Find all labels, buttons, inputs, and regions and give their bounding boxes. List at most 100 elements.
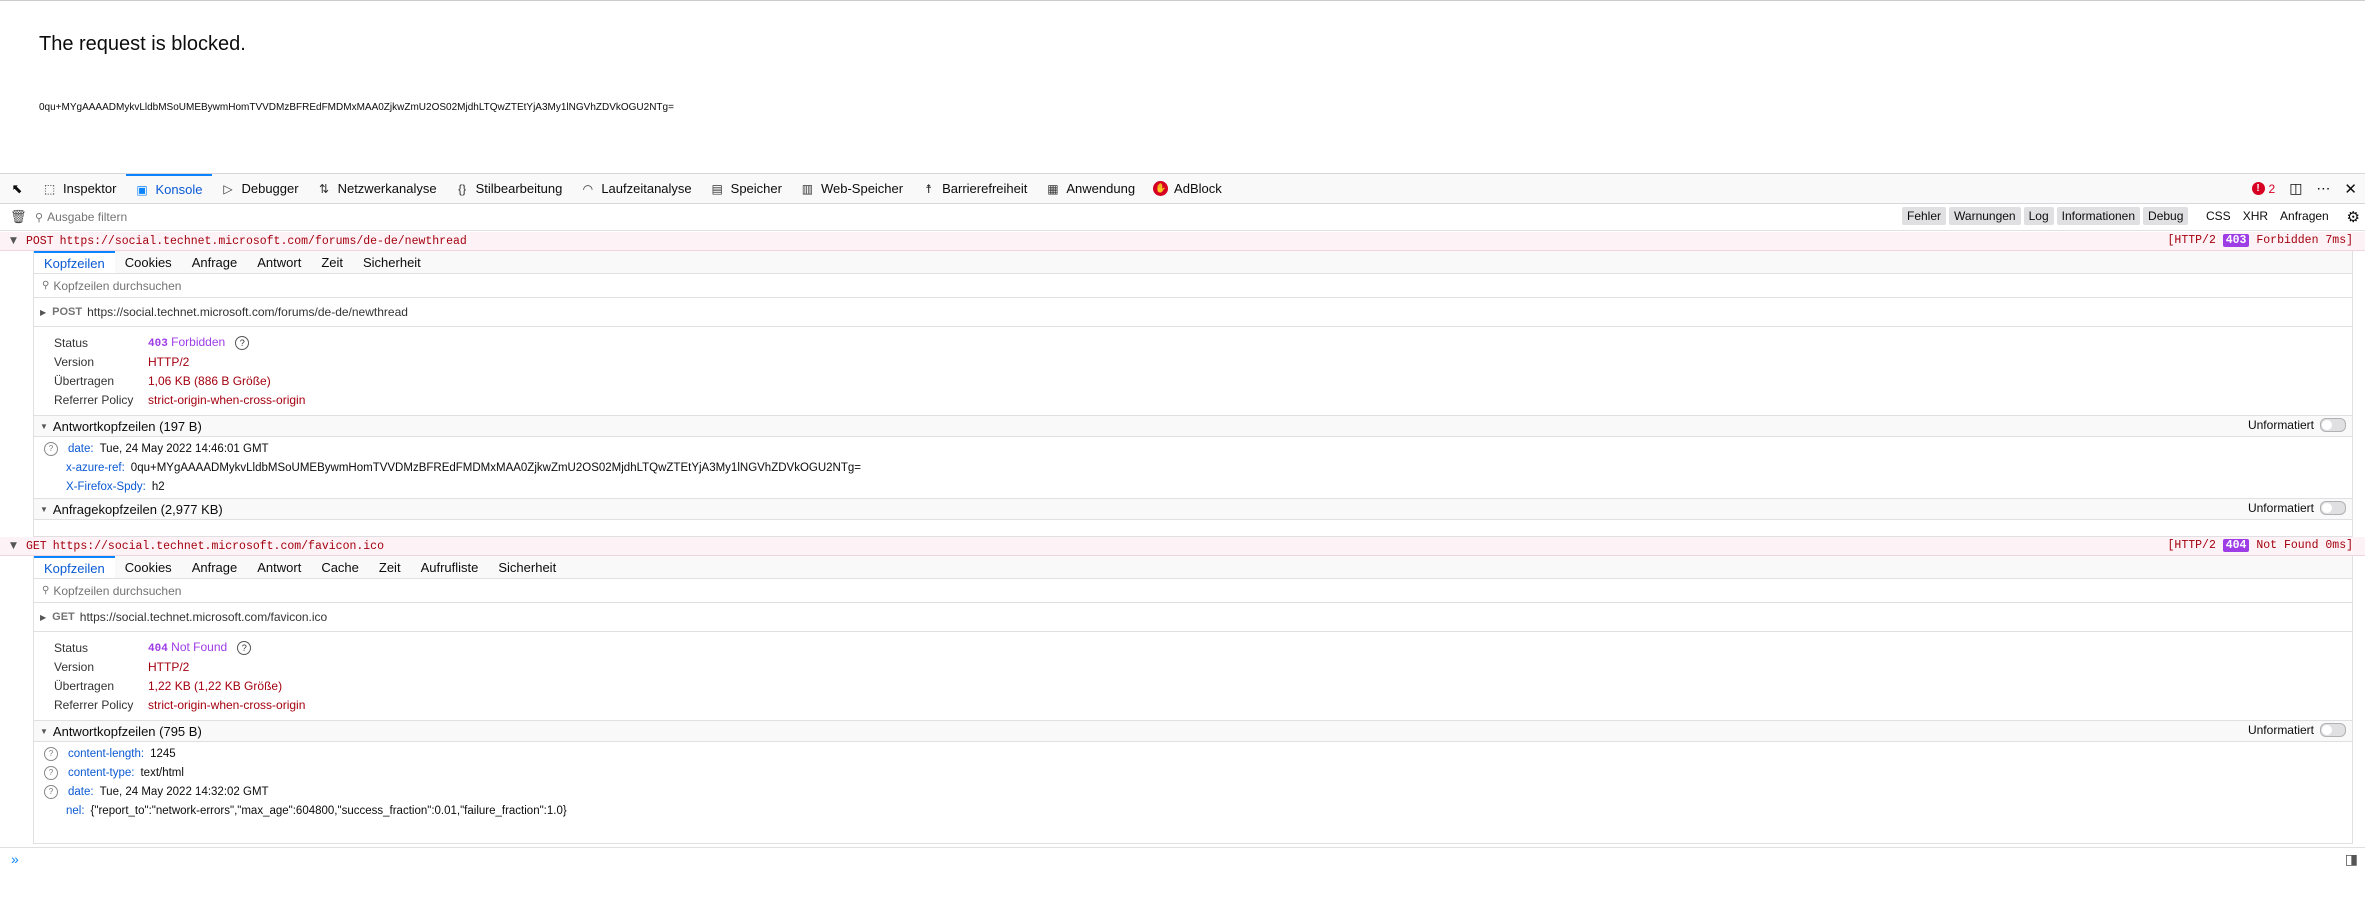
debugger-icon: ▷: [223, 181, 233, 196]
raw-toggle[interactable]: Unformatiert: [2248, 501, 2346, 515]
header-row: ? date: Tue, 24 May 2022 14:32:02 GMT: [34, 782, 2352, 801]
level-debug[interactable]: Debug: [2143, 207, 2189, 225]
details-tab-zeit[interactable]: Zeit: [369, 556, 411, 578]
tab-barrierefreiheit[interactable]: ☨ Barrierefreiheit: [913, 174, 1037, 203]
request-url[interactable]: https://social.technet.microsoft.com/for…: [60, 235, 467, 248]
summary-version: Version HTTP/2: [34, 352, 2352, 371]
sidebar-toggle-icon[interactable]: ◨: [2345, 851, 2358, 868]
tab-laufzeitanalyse[interactable]: ◠ Laufzeitanalyse: [572, 174, 701, 203]
tab-label: Debugger: [241, 181, 299, 196]
request-line[interactable]: ▶ POST https://social.technet.microsoft.co…: [34, 298, 2352, 327]
tab-web-speicher[interactable]: ▥ Web-Speicher: [792, 174, 913, 203]
tab-debugger[interactable]: ▷ Debugger: [212, 174, 308, 203]
style-editor-icon: {}: [458, 181, 467, 196]
status-text: Forbidden 7ms]: [2256, 234, 2353, 247]
request-method: GET: [26, 539, 47, 553]
toggle-switch[interactable]: [2320, 501, 2346, 515]
gear-icon[interactable]: ⚙: [2347, 208, 2360, 226]
level-log[interactable]: Log: [2023, 207, 2054, 225]
details-tab-cookies[interactable]: Cookies: [115, 251, 182, 273]
details-tab-aufrufliste[interactable]: Aufrufliste: [411, 556, 489, 578]
element-picker-icon[interactable]: ⬉: [9, 181, 25, 197]
level-warnungen[interactable]: Warnungen: [1949, 207, 2021, 225]
type-anfragen[interactable]: Anfragen: [2280, 209, 2329, 223]
help-icon[interactable]: ?: [44, 784, 58, 799]
trash-icon[interactable]: 🗑: [10, 209, 27, 225]
header-value: {"report_to":"network-errors","max_age":…: [90, 804, 567, 817]
devtools-toolbar: ⬉ ⬚ Inspektor ▣ Konsole ▷ Debugger ⇅ Netzwerkan…: [0, 173, 2365, 204]
toggle-switch[interactable]: [2320, 418, 2346, 432]
summary-label: Übertragen: [54, 373, 115, 388]
filter-icon: ⚲: [42, 280, 50, 291]
section-title: Antwortkopfzeilen (795 B): [52, 723, 202, 739]
details-tab-kopfzeilen[interactable]: Kopfzeilen: [34, 251, 115, 273]
error-icon: !: [2251, 182, 2265, 195]
status-code-badge: 403: [2222, 234, 2250, 247]
expand-arrow-icon[interactable]: ▼: [10, 236, 20, 246]
request-row[interactable]: ▼ GET https://social.technet.microsoft.com…: [0, 537, 2365, 556]
raw-toggle[interactable]: Unformatiert: [2248, 723, 2346, 737]
help-icon[interactable]: ?: [44, 765, 58, 780]
help-icon[interactable]: ?: [235, 336, 250, 350]
tab-anwendung[interactable]: ▦ Anwendung: [1037, 174, 1145, 203]
response-headers-section[interactable]: ▼ Antwortkopfzeilen (795 B) Unformatiert: [34, 721, 2352, 742]
request-line[interactable]: ▶ GET https://social.technet.microsoft.com…: [34, 603, 2352, 632]
headers-search-input[interactable]: ⚲ Kopfzeilen durchsuchen: [34, 274, 2352, 298]
request-line-method: POST: [52, 306, 83, 318]
level-fehler[interactable]: Fehler: [1902, 207, 1947, 225]
status-text: Not Found: [171, 640, 228, 654]
header-value: 0qu+MYgAAAADMykvLldbMSoUMEBywmHomTVVDMzB…: [130, 461, 861, 474]
summary-value: HTTP/2: [148, 659, 190, 674]
collapse-arrow-icon[interactable]: ▼: [40, 422, 48, 431]
summary-value: 404 Not Found?: [148, 640, 252, 655]
expand-arrow-icon[interactable]: ▶: [40, 308, 46, 317]
reference-code: 0qu+MYgAAAADMykvLldbMSoUMEBywmHomTVVDMzB…: [39, 102, 674, 113]
console-input[interactable]: » ◨: [0, 847, 2365, 870]
summary-label: Version: [54, 354, 95, 369]
help-icon[interactable]: ?: [237, 641, 252, 655]
request-row[interactable]: ▼ POST https://social.technet.microsoft.co…: [0, 232, 2365, 251]
help-icon[interactable]: ?: [44, 441, 58, 456]
type-css[interactable]: CSS: [2206, 209, 2231, 223]
tab-konsole[interactable]: ▣ Konsole: [126, 174, 213, 203]
tab-label: Netzwerkanalyse: [337, 181, 437, 196]
expand-arrow-icon[interactable]: ▶: [40, 613, 46, 622]
details-tab-sicherheit[interactable]: Sicherheit: [353, 251, 431, 273]
details-tab-antwort[interactable]: Antwort: [247, 251, 311, 273]
details-tab-cache[interactable]: Cache: [311, 556, 369, 578]
help-icon[interactable]: ?: [44, 746, 58, 761]
tab-speicher[interactable]: ▤ Speicher: [702, 174, 792, 203]
details-tab-zeit[interactable]: Zeit: [311, 251, 353, 273]
more-menu-icon[interactable]: ⋯: [2316, 180, 2330, 197]
collapse-arrow-icon[interactable]: ▼: [40, 505, 48, 514]
error-count[interactable]: ! 2: [2251, 182, 2275, 196]
collapse-arrow-icon[interactable]: ▼: [40, 727, 48, 736]
header-value: 1245: [150, 747, 176, 760]
tab-netzwerkanalyse[interactable]: ⇅ Netzwerkanalyse: [309, 174, 447, 203]
details-tab-sicherheit[interactable]: Sicherheit: [488, 556, 566, 578]
summary-label: Übertragen: [54, 678, 115, 693]
details-tab-antwort[interactable]: Antwort: [247, 556, 311, 578]
filter-input[interactable]: [47, 210, 1908, 224]
level-informationen[interactable]: Informationen: [2056, 207, 2141, 225]
toggle-switch[interactable]: [2320, 723, 2346, 737]
status-code: 404: [148, 643, 168, 655]
tab-adblock[interactable]: ✋ AdBlock: [1145, 174, 1232, 203]
details-tab-anfrage[interactable]: Anfrage: [182, 251, 248, 273]
headers-summary: Status 404 Not Found? Version HTTP/2 Übertra…: [34, 632, 2352, 721]
response-headers-section[interactable]: ▼ Antwortkopfzeilen (197 B) Unformatiert: [34, 416, 2352, 437]
details-tab-kopfzeilen[interactable]: Kopfzeilen: [34, 556, 115, 578]
details-tab-cookies[interactable]: Cookies: [115, 556, 182, 578]
expand-arrow-icon[interactable]: ▼: [10, 541, 20, 551]
request-url[interactable]: https://social.technet.microsoft.com/fav…: [53, 540, 384, 553]
tab-inspektor[interactable]: ⬚ Inspektor: [34, 174, 126, 203]
type-xhr[interactable]: XHR: [2243, 209, 2268, 223]
headers-search-input[interactable]: ⚲ Kopfzeilen durchsuchen: [34, 579, 2352, 603]
raw-toggle[interactable]: Unformatiert: [2248, 418, 2346, 432]
tab-stilbearbeitung[interactable]: {} Stilbearbeitung: [447, 174, 573, 203]
request-headers-section[interactable]: ▼ Anfragekopfzeilen (2,977 KB) Unformatier…: [34, 498, 2352, 520]
close-icon[interactable]: ✕: [2344, 180, 2357, 198]
details-tab-anfrage[interactable]: Anfrage: [182, 556, 248, 578]
dock-icon[interactable]: ◫: [2289, 180, 2302, 197]
page-heading: The request is blocked.: [39, 33, 246, 55]
